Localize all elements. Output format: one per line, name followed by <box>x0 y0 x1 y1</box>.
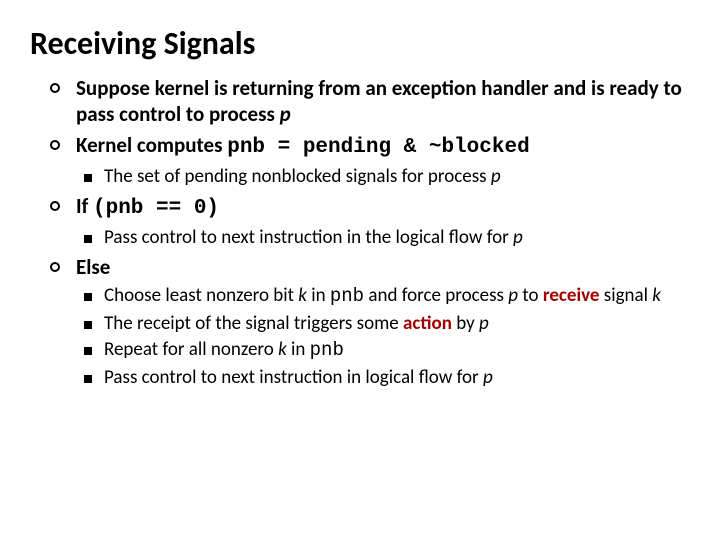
var-k: k <box>298 284 307 307</box>
sub-bullet: The set of pending nonblocked signals fo… <box>84 165 690 189</box>
accent-receive: receive <box>543 284 600 307</box>
sub-list-1: The set of pending nonblocked signals fo… <box>30 165 690 189</box>
text: Kernel computes <box>76 132 227 158</box>
text: Suppose kernel is returning from an exce… <box>76 75 682 127</box>
var-k: k <box>278 338 287 361</box>
bullet-1: Suppose kernel is returning from an exce… <box>50 75 690 128</box>
var-p: p <box>280 101 291 127</box>
bullet-2: Kernel computes pnb = pending & ~blocked <box>50 132 690 161</box>
sub-bullet: Pass control to next instruction in logi… <box>84 366 690 390</box>
code-pnb: pnb <box>310 339 344 361</box>
code: pnb = pending & ~blocked <box>227 136 529 159</box>
bullet-list: Else <box>30 254 690 280</box>
accent-action: action <box>403 312 452 335</box>
text: Choose least nonzero bit <box>104 284 298 307</box>
var-p: p <box>513 226 523 249</box>
text: by <box>452 312 479 335</box>
text: Pass control to next instruction in the … <box>104 226 513 249</box>
var-p: p <box>479 312 489 335</box>
slide-title: Receiving Signals <box>30 24 690 63</box>
var-p: p <box>491 165 501 188</box>
sub-bullet: Choose least nonzero bit k in pnb and fo… <box>84 284 690 309</box>
text: in <box>287 338 310 361</box>
text: in <box>307 284 330 307</box>
sub-list-3: Choose least nonzero bit k in pnb and fo… <box>30 284 690 390</box>
text: signal <box>600 284 653 307</box>
text: and force process <box>364 284 508 307</box>
bullet-list: Suppose kernel is returning from an exce… <box>30 75 690 161</box>
text: Pass control to next instruction in logi… <box>104 366 483 389</box>
text: The set of pending nonblocked signals fo… <box>104 165 491 188</box>
code: (pnb == 0) <box>93 197 219 220</box>
sub-list-2: Pass control to next instruction in the … <box>30 226 690 250</box>
text: to <box>518 284 543 307</box>
sub-bullet: The receipt of the signal triggers some … <box>84 312 690 336</box>
text: The receipt of the signal triggers some <box>104 312 403 335</box>
sub-bullet: Repeat for all nonzero k in pnb <box>84 338 690 363</box>
text: If <box>76 193 93 219</box>
slide: Receiving Signals Suppose kernel is retu… <box>0 0 720 540</box>
bullet-list: If (pnb == 0) <box>30 193 690 222</box>
text: Repeat for all nonzero <box>104 338 278 361</box>
bullet-3: If (pnb == 0) <box>50 193 690 222</box>
var-p: p <box>508 284 518 307</box>
var-p: p <box>483 366 493 389</box>
sub-bullet: Pass control to next instruction in the … <box>84 226 690 250</box>
var-k: k <box>652 284 661 307</box>
bullet-4: Else <box>50 254 690 280</box>
code-pnb: pnb <box>330 285 364 307</box>
text: Else <box>76 254 110 280</box>
